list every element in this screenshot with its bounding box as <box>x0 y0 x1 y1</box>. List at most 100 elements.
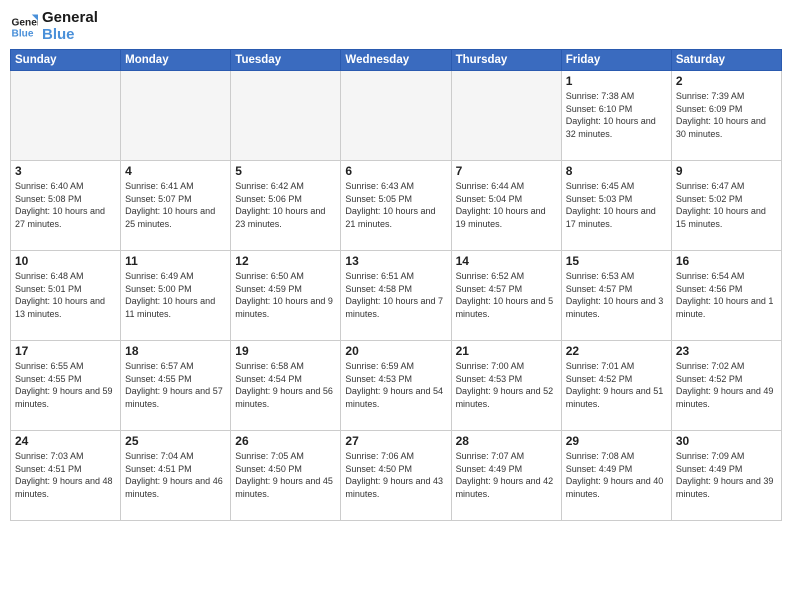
calendar-week-1: 3 Sunrise: 6:40 AMSunset: 5:08 PMDaylight… <box>11 161 782 251</box>
day-info: Sunrise: 6:48 AMSunset: 5:01 PMDaylight:… <box>15 270 116 320</box>
logo-line2: Blue <box>42 27 98 44</box>
calendar-cell: 17Sunrise: 6:55 AMSunset: 4:55 PMDayligh… <box>11 341 121 431</box>
calendar-cell: 5 Sunrise: 6:42 AMSunset: 5:06 PMDaylight… <box>231 161 341 251</box>
day-info: Sunrise: 7:01 AMSunset: 4:52 PMDaylight:… <box>566 360 667 410</box>
day-info: Sunrise: 7:03 AMSunset: 4:51 PMDaylight:… <box>15 450 116 500</box>
calendar-cell <box>11 71 121 161</box>
calendar-week-0: 1 Sunrise: 7:38 AMSunset: 6:10 PMDaylight… <box>11 71 782 161</box>
day-info: Sunrise: 6:57 AMSunset: 4:55 PMDaylight:… <box>125 360 226 410</box>
logo: General Blue General Blue <box>10 10 98 43</box>
calendar-week-4: 24Sunrise: 7:03 AMSunset: 4:51 PMDayligh… <box>11 431 782 521</box>
day-number: 2 <box>676 74 777 88</box>
calendar-header-wednesday: Wednesday <box>341 50 451 71</box>
day-info: Sunrise: 6:59 AMSunset: 4:53 PMDaylight:… <box>345 360 446 410</box>
day-number: 11 <box>125 254 226 268</box>
day-info: Sunrise: 6:51 AMSunset: 4:58 PMDaylight:… <box>345 270 446 320</box>
day-info: Sunrise: 6:41 AMSunset: 5:07 PMDaylight:… <box>125 180 226 230</box>
day-number: 26 <box>235 434 336 448</box>
day-number: 10 <box>15 254 116 268</box>
day-number: 6 <box>345 164 446 178</box>
calendar-cell: 1 Sunrise: 7:38 AMSunset: 6:10 PMDaylight… <box>561 71 671 161</box>
logo-icon: General Blue <box>10 13 38 41</box>
calendar-cell: 27 Sunrise: 7:06 AMSunset: 4:50 PMDayligh… <box>341 431 451 521</box>
svg-text:General: General <box>12 17 38 28</box>
calendar-cell: 29 Sunrise: 7:08 AMSunset: 4:49 PMDayligh… <box>561 431 671 521</box>
logo-line1: General <box>42 10 98 27</box>
calendar-cell <box>341 71 451 161</box>
calendar-cell <box>451 71 561 161</box>
day-number: 25 <box>125 434 226 448</box>
calendar-cell <box>121 71 231 161</box>
day-number: 9 <box>676 164 777 178</box>
calendar-header-monday: Monday <box>121 50 231 71</box>
calendar-table: SundayMondayTuesdayWednesdayThursdayFrid… <box>10 49 782 521</box>
day-info: Sunrise: 6:58 AMSunset: 4:54 PMDaylight:… <box>235 360 336 410</box>
day-info: Sunrise: 7:06 AMSunset: 4:50 PMDaylight:… <box>345 450 446 500</box>
day-number: 20 <box>345 344 446 358</box>
day-info: Sunrise: 6:47 AMSunset: 5:02 PMDaylight:… <box>676 180 777 230</box>
day-number: 23 <box>676 344 777 358</box>
day-number: 28 <box>456 434 557 448</box>
day-info: Sunrise: 6:50 AMSunset: 4:59 PMDaylight:… <box>235 270 336 320</box>
calendar-cell: 18 Sunrise: 6:57 AMSunset: 4:55 PMDayligh… <box>121 341 231 431</box>
calendar-cell: 21 Sunrise: 7:00 AMSunset: 4:53 PMDayligh… <box>451 341 561 431</box>
calendar-cell: 3 Sunrise: 6:40 AMSunset: 5:08 PMDaylight… <box>11 161 121 251</box>
day-number: 21 <box>456 344 557 358</box>
day-number: 16 <box>676 254 777 268</box>
calendar-cell: 23 Sunrise: 7:02 AMSunset: 4:52 PMDayligh… <box>671 341 781 431</box>
calendar-cell: 2 Sunrise: 7:39 AMSunset: 6:09 PMDaylight… <box>671 71 781 161</box>
day-number: 1 <box>566 74 667 88</box>
day-info: Sunrise: 6:49 AMSunset: 5:00 PMDaylight:… <box>125 270 226 320</box>
day-info: Sunrise: 6:54 AMSunset: 4:56 PMDaylight:… <box>676 270 777 320</box>
day-info: Sunrise: 6:43 AMSunset: 5:05 PMDaylight:… <box>345 180 446 230</box>
day-info: Sunrise: 7:39 AMSunset: 6:09 PMDaylight:… <box>676 90 777 140</box>
day-info: Sunrise: 7:09 AMSunset: 4:49 PMDaylight:… <box>676 450 777 500</box>
calendar-cell: 14 Sunrise: 6:52 AMSunset: 4:57 PMDayligh… <box>451 251 561 341</box>
calendar-week-3: 17Sunrise: 6:55 AMSunset: 4:55 PMDayligh… <box>11 341 782 431</box>
day-number: 30 <box>676 434 777 448</box>
calendar-cell: 4 Sunrise: 6:41 AMSunset: 5:07 PMDaylight… <box>121 161 231 251</box>
day-number: 8 <box>566 164 667 178</box>
calendar-cell: 19 Sunrise: 6:58 AMSunset: 4:54 PMDayligh… <box>231 341 341 431</box>
day-number: 14 <box>456 254 557 268</box>
calendar-cell: 6 Sunrise: 6:43 AMSunset: 5:05 PMDaylight… <box>341 161 451 251</box>
calendar-cell: 25 Sunrise: 7:04 AMSunset: 4:51 PMDayligh… <box>121 431 231 521</box>
calendar-cell: 20 Sunrise: 6:59 AMSunset: 4:53 PMDayligh… <box>341 341 451 431</box>
calendar-cell: 24Sunrise: 7:03 AMSunset: 4:51 PMDayligh… <box>11 431 121 521</box>
day-number: 3 <box>15 164 116 178</box>
day-number: 5 <box>235 164 336 178</box>
day-info: Sunrise: 7:04 AMSunset: 4:51 PMDaylight:… <box>125 450 226 500</box>
day-info: Sunrise: 6:53 AMSunset: 4:57 PMDaylight:… <box>566 270 667 320</box>
day-info: Sunrise: 7:38 AMSunset: 6:10 PMDaylight:… <box>566 90 667 140</box>
day-info: Sunrise: 7:02 AMSunset: 4:52 PMDaylight:… <box>676 360 777 410</box>
day-number: 17 <box>15 344 116 358</box>
day-info: Sunrise: 6:42 AMSunset: 5:06 PMDaylight:… <box>235 180 336 230</box>
day-info: Sunrise: 6:44 AMSunset: 5:04 PMDaylight:… <box>456 180 557 230</box>
day-info: Sunrise: 6:52 AMSunset: 4:57 PMDaylight:… <box>456 270 557 320</box>
day-number: 4 <box>125 164 226 178</box>
calendar-cell: 22 Sunrise: 7:01 AMSunset: 4:52 PMDayligh… <box>561 341 671 431</box>
day-number: 18 <box>125 344 226 358</box>
calendar-cell: 7Sunrise: 6:44 AMSunset: 5:04 PMDaylight… <box>451 161 561 251</box>
day-info: Sunrise: 6:45 AMSunset: 5:03 PMDaylight:… <box>566 180 667 230</box>
calendar-cell <box>231 71 341 161</box>
day-info: Sunrise: 7:00 AMSunset: 4:53 PMDaylight:… <box>456 360 557 410</box>
page-header: General Blue General Blue <box>10 10 782 43</box>
calendar-cell: 10 Sunrise: 6:48 AMSunset: 5:01 PMDayligh… <box>11 251 121 341</box>
day-number: 29 <box>566 434 667 448</box>
day-info: Sunrise: 7:08 AMSunset: 4:49 PMDaylight:… <box>566 450 667 500</box>
day-number: 22 <box>566 344 667 358</box>
calendar-week-2: 10 Sunrise: 6:48 AMSunset: 5:01 PMDayligh… <box>11 251 782 341</box>
calendar-header-thursday: Thursday <box>451 50 561 71</box>
day-number: 19 <box>235 344 336 358</box>
day-number: 27 <box>345 434 446 448</box>
calendar-cell: 13Sunrise: 6:51 AMSunset: 4:58 PMDayligh… <box>341 251 451 341</box>
calendar-cell: 9 Sunrise: 6:47 AMSunset: 5:02 PMDaylight… <box>671 161 781 251</box>
calendar-header-sunday: Sunday <box>11 50 121 71</box>
svg-text:Blue: Blue <box>12 28 34 39</box>
calendar-cell: 30 Sunrise: 7:09 AMSunset: 4:49 PMDayligh… <box>671 431 781 521</box>
calendar-header-tuesday: Tuesday <box>231 50 341 71</box>
calendar-header-saturday: Saturday <box>671 50 781 71</box>
day-number: 15 <box>566 254 667 268</box>
day-info: Sunrise: 6:40 AMSunset: 5:08 PMDaylight:… <box>15 180 116 230</box>
